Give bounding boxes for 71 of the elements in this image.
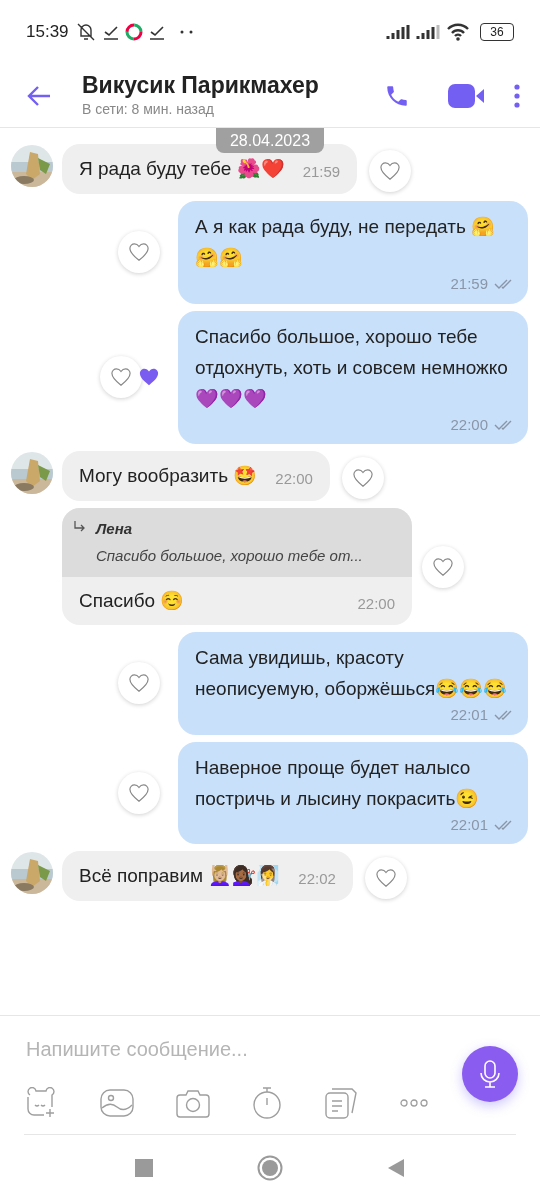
heart-icon — [128, 242, 150, 263]
message-text: А я как рада буду, не передать 🤗🤗🤗 — [195, 215, 497, 270]
camera-button[interactable] — [176, 1088, 210, 1118]
bear-face-icon — [24, 1087, 58, 1119]
message-text: Наверное проще будет налысо постричь и лысину покрасить😉 — [195, 755, 481, 811]
message-text: Сама увидишь, красоту неописуемую, оборжёшься😂😂😂 — [195, 646, 509, 701]
message-text: Я рада буду тебе 🌺❤ — [79, 157, 285, 181]
heart-icon — [128, 673, 150, 694]
message-text: Спасибо ☺ — [79, 589, 185, 613]
heart-icon — [432, 556, 454, 577]
message-time: 22:00 — [275, 468, 313, 489]
status-time: 15:39 — [26, 21, 69, 44]
circle-icon — [257, 1154, 283, 1181]
like-button[interactable] — [118, 662, 160, 705]
quote-author: Лена — [96, 519, 134, 539]
message-text: Могу вообразить 🤩 — [79, 464, 258, 488]
contact-name: Викусик Парикмахер — [82, 71, 320, 99]
file-button[interactable] — [324, 1087, 358, 1119]
menu-icon — [514, 83, 520, 108]
message-time: 22:00 — [357, 593, 395, 614]
message-time: 21:59 — [302, 161, 341, 182]
video-camera-icon — [447, 82, 485, 109]
date-pill: 28.04.2023 — [216, 128, 324, 153]
more-button[interactable] — [400, 1099, 428, 1107]
back-nav-button[interactable] — [387, 1157, 405, 1178]
app-icon — [124, 23, 143, 41]
like-button[interactable] — [364, 857, 407, 899]
triangle-back-icon — [387, 1157, 405, 1178]
message-time: 22:01 — [450, 705, 488, 725]
like-button[interactable] — [100, 356, 142, 399]
quote-text: Спасибо большое, хорошо тебе от... — [96, 545, 363, 566]
battery-icon: 36 — [480, 23, 514, 41]
message-time: 22:01 — [450, 814, 488, 835]
square-icon — [135, 1158, 153, 1177]
camera-icon — [176, 1088, 210, 1118]
check-icon — [148, 24, 165, 40]
stopwatch-icon — [252, 1086, 282, 1120]
reply-arrow-icon — [72, 520, 86, 534]
like-button[interactable] — [118, 771, 160, 814]
message-text: Всё поправим 💆🏼‍♀💇🏾‍♀🧖‍♀ — [79, 864, 281, 888]
like-button[interactable] — [422, 545, 464, 588]
sticker-button[interactable] — [24, 1087, 58, 1119]
signal-icon — [416, 24, 440, 40]
heart-icon — [379, 161, 402, 181]
message-time: 22:02 — [298, 868, 336, 889]
heart-icon — [128, 782, 150, 803]
documents-icon — [324, 1087, 358, 1119]
like-button[interactable] — [118, 231, 160, 274]
voice-message-button[interactable] — [462, 1046, 518, 1102]
more-dots-icon — [178, 29, 195, 35]
recents-button[interactable] — [135, 1158, 153, 1177]
timer-button[interactable] — [252, 1086, 282, 1120]
wifi-icon — [446, 23, 470, 41]
message-time: 22:00 — [450, 414, 488, 435]
like-button[interactable] — [341, 457, 384, 499]
image-icon — [100, 1089, 134, 1117]
heart-icon — [374, 868, 397, 888]
microphone-icon — [478, 1059, 502, 1089]
heart-icon — [110, 367, 132, 388]
back-arrow-icon — [26, 84, 52, 107]
message-field[interactable]: Напишите сообщение... — [26, 1034, 406, 1064]
heart-icon — [351, 468, 374, 488]
message-time: 21:59 — [450, 274, 488, 294]
signal-icon — [386, 24, 410, 40]
more-dots-icon — [400, 1099, 428, 1107]
check-icon — [102, 24, 119, 40]
last-seen: В сети: 8 мин. назад — [82, 100, 215, 119]
like-button[interactable] — [369, 150, 412, 192]
home-button[interactable] — [257, 1154, 283, 1181]
message-text: Спасибо большое, хорошо тебе отдохнуть, хоть и совсем немножко 💜💜💜 — [195, 324, 509, 411]
gallery-button[interactable] — [100, 1089, 134, 1117]
